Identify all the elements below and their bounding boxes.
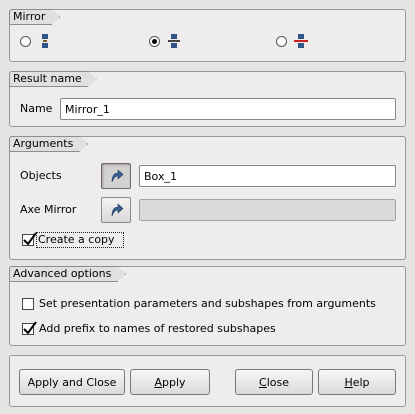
help-label: elp	[352, 375, 370, 389]
axe-mirror-select-button[interactable]	[101, 197, 131, 223]
advanced-options-group-title: Advanced options	[9, 266, 126, 282]
advanced-options-group: Advanced options Set presentation parame…	[9, 266, 406, 346]
close-button[interactable]: Close	[235, 369, 313, 395]
create-copy-checkbox[interactable]	[22, 232, 37, 246]
check-mark-icon	[23, 321, 37, 335]
mirror-group: Mirror	[9, 9, 406, 62]
arguments-group-title: Arguments	[9, 136, 88, 152]
mirror-point-radio[interactable]	[20, 36, 31, 47]
close-label: lose	[266, 375, 289, 389]
prefix-label: Add prefix to names of restored subshape…	[39, 322, 276, 335]
mirror-group-title: Mirror	[9, 9, 60, 25]
mirror-point-icon	[42, 34, 48, 48]
close-mnemonic: C	[259, 375, 267, 389]
presentation-label: Set presentation parameters and subshape…	[39, 297, 376, 310]
help-button[interactable]: Help	[318, 369, 396, 395]
axe-mirror-input[interactable]	[139, 199, 396, 221]
objects-input[interactable]	[139, 165, 396, 187]
arguments-group: Arguments Objects Axe Mirror Create a co…	[9, 136, 406, 260]
prefix-checkbox[interactable]	[22, 321, 37, 335]
name-label: Name	[20, 102, 53, 115]
apply-button[interactable]: Apply	[130, 369, 210, 395]
result-name-group-title: Result name	[9, 71, 97, 87]
presentation-checkbox[interactable]	[22, 298, 34, 310]
axe-mirror-label: Axe Mirror	[20, 203, 77, 216]
result-name-group: Result name Name	[9, 71, 406, 127]
name-input[interactable]	[60, 98, 396, 120]
mirror-plane-icon	[294, 34, 308, 48]
mirror-axis-icon	[168, 34, 180, 48]
help-mnemonic: H	[344, 375, 353, 389]
objects-select-button[interactable]	[101, 163, 131, 189]
arrow-select-icon	[111, 169, 124, 183]
mirror-plane-radio[interactable]	[276, 36, 287, 47]
apply-mnemonic: A	[154, 375, 162, 389]
apply-and-close-button[interactable]: Apply and Close	[19, 369, 125, 395]
mirror-type-options	[10, 32, 405, 50]
objects-label: Objects	[20, 169, 62, 182]
apply-label: pply	[162, 375, 186, 389]
create-copy-label: Create a copy	[38, 233, 115, 246]
mirror-axis-radio[interactable]	[149, 36, 160, 47]
arrow-select-icon	[111, 203, 124, 217]
apply-and-close-label: Apply and Close	[27, 375, 117, 389]
